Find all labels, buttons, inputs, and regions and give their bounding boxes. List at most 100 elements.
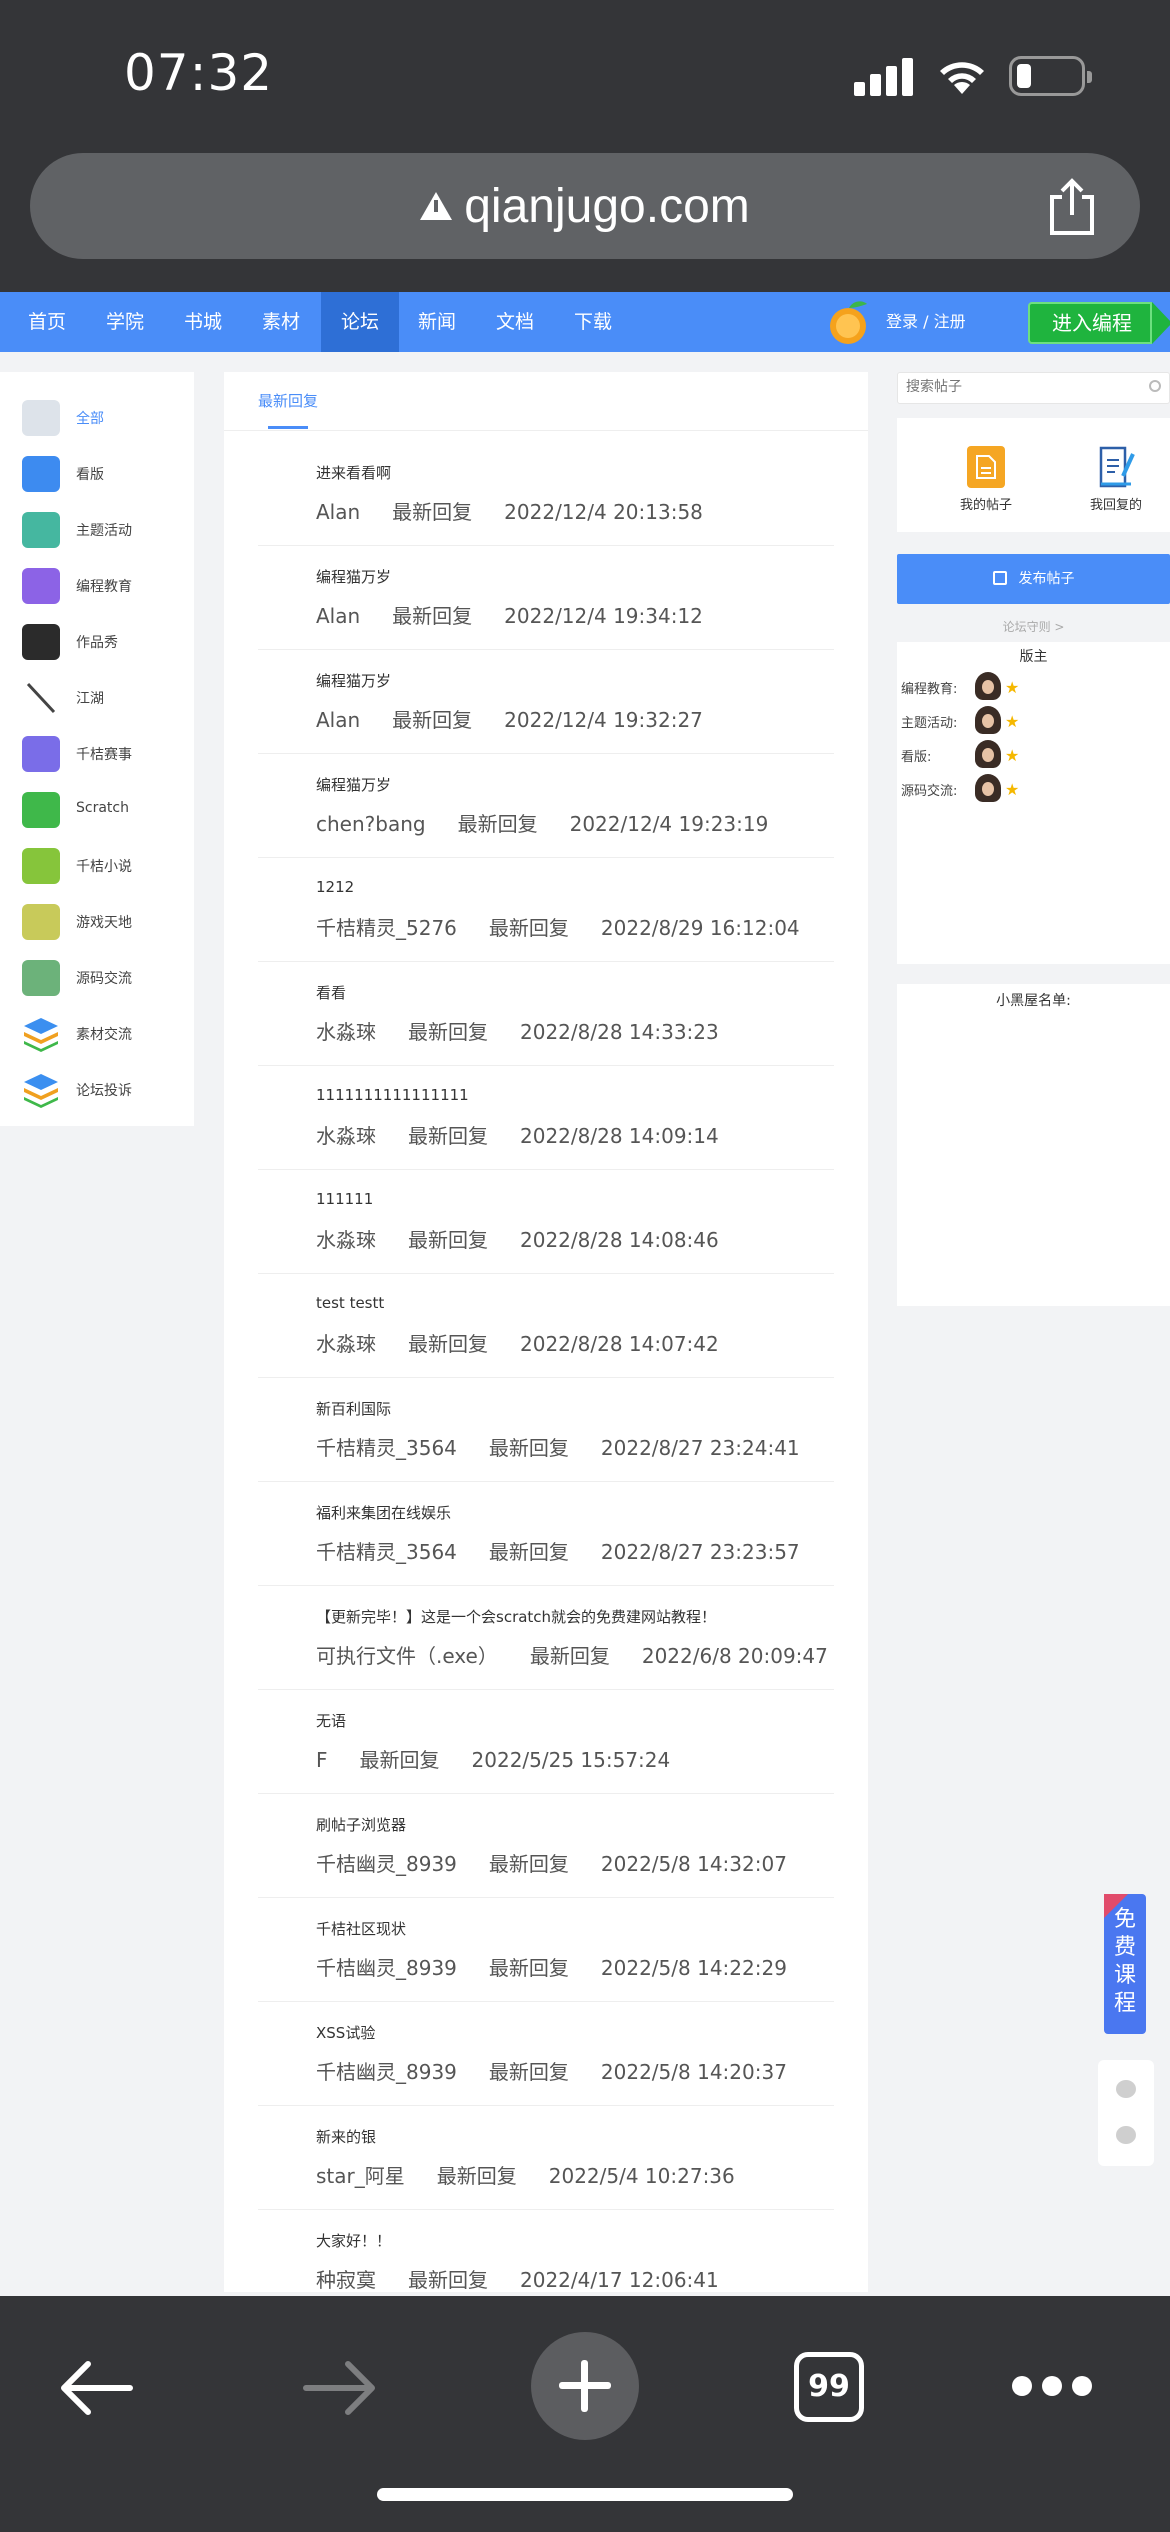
wechat-icon[interactable] — [1116, 2080, 1136, 2098]
post-author[interactable]: Alan — [316, 500, 360, 524]
publish-post-button[interactable]: 发布帖子 — [897, 554, 1170, 604]
post-title[interactable]: 进来看看啊 — [316, 462, 391, 483]
sidebar-item-events[interactable]: 主题活动 — [0, 502, 194, 558]
post-author[interactable]: 可执行文件（.exe） — [316, 1644, 498, 1668]
sidebar-item-scratch[interactable]: Scratch — [0, 782, 194, 838]
post-author[interactable]: chen?bang — [316, 812, 426, 836]
my-posts-link[interactable]: 我的帖子 — [931, 446, 1041, 513]
post-row[interactable]: 刷帖子浏览器 千桔幽灵_8939 最新回复 2022/5/8 14:32:07 — [258, 1794, 834, 1898]
post-title[interactable]: 看看 — [316, 982, 346, 1003]
post-row[interactable]: test testt 水淼琜 最新回复 2022/8/28 14:07:42 — [258, 1274, 834, 1378]
enter-coding-button[interactable]: 进入编程 — [1028, 302, 1170, 344]
post-title[interactable]: 1212 — [316, 878, 354, 896]
post-author[interactable]: 千桔幽灵_8939 — [316, 1852, 457, 1876]
post-row[interactable]: 【更新完毕！】这是一个会scratch就会的免费建网站教程！ 可执行文件（.exe… — [258, 1586, 834, 1690]
post-title[interactable]: 1111111111111111 — [316, 1086, 469, 1104]
tab-latest-replies[interactable]: 最新回复 — [258, 390, 318, 411]
my-replies-link[interactable]: 我回复的 — [1061, 446, 1170, 513]
post-author[interactable]: 水淼琜 — [316, 1020, 376, 1044]
forum-rules-link[interactable]: 论坛守则 > — [897, 618, 1170, 635]
post-author[interactable]: 水淼琜 — [316, 1228, 376, 1252]
forward-arrow-icon[interactable] — [300, 2358, 380, 2418]
qq-icon[interactable] — [1116, 2126, 1136, 2144]
share-icon[interactable] — [1044, 177, 1100, 237]
sidebar-item-jianghu[interactable]: 江湖 — [0, 670, 194, 726]
back-arrow-icon[interactable] — [56, 2358, 136, 2418]
sidebar-item-novels[interactable]: 千桔小说 — [0, 838, 194, 894]
post-author[interactable]: 水淼琜 — [316, 1332, 376, 1356]
nav-item-home[interactable]: 首页 — [16, 292, 78, 352]
avatar[interactable] — [975, 774, 1001, 802]
post-row[interactable]: 编程猫万岁 Alan 最新回复 2022/12/4 19:32:27 — [258, 650, 834, 754]
post-title[interactable]: 111111 — [316, 1190, 373, 1208]
post-row[interactable]: 新百利国际 千桔精灵_3564 最新回复 2022/8/27 23:24:41 — [258, 1378, 834, 1482]
search-icon[interactable] — [1149, 380, 1161, 392]
post-author[interactable]: Alan — [316, 604, 360, 628]
sidebar-item-all[interactable]: 全部 — [0, 390, 194, 446]
nav-item-bookstore[interactable]: 书城 — [172, 292, 234, 352]
post-author[interactable]: F — [316, 1748, 328, 1772]
nav-item-docs[interactable]: 文档 — [484, 292, 546, 352]
post-author[interactable]: star_阿星 — [316, 2164, 405, 2188]
search-input[interactable] — [906, 373, 1136, 401]
sidebar-item-material-exchange[interactable]: 素材交流 — [0, 1006, 194, 1062]
post-title[interactable]: XSS试验 — [316, 2022, 375, 2043]
post-title[interactable]: 千桔社区现状 — [316, 1918, 406, 1939]
avatar[interactable] — [975, 706, 1001, 734]
post-row[interactable]: 进来看看啊 Alan 最新回复 2022/12/4 20:13:58 — [258, 442, 834, 546]
login-register-link[interactable]: 登录 / 注册 — [886, 292, 966, 352]
sidebar-item-games[interactable]: 游戏天地 — [0, 894, 194, 950]
post-title[interactable]: 编程猫万岁 — [316, 670, 391, 691]
avatar[interactable] — [975, 740, 1001, 768]
post-row[interactable]: 1111111111111111 水淼琜 最新回复 2022/8/28 14:09:1… — [258, 1066, 834, 1170]
post-title[interactable]: 【更新完毕！】这是一个会scratch就会的免费建网站教程！ — [316, 1606, 716, 1627]
post-author[interactable]: 种寂寞 — [316, 2268, 376, 2292]
post-row[interactable]: 看看 水淼琜 最新回复 2022/8/28 14:33:23 — [258, 962, 834, 1066]
sidebar-item-complaints[interactable]: 论坛投诉 — [0, 1062, 194, 1118]
post-row[interactable]: 无语 F 最新回复 2022/5/25 15:57:24 — [258, 1690, 834, 1794]
nav-item-academy[interactable]: 学院 — [94, 292, 156, 352]
post-author[interactable]: 千桔精灵_5276 — [316, 916, 457, 940]
avatar[interactable] — [975, 672, 1001, 700]
nav-item-news[interactable]: 新闻 — [406, 292, 468, 352]
nav-item-materials[interactable]: 素材 — [250, 292, 312, 352]
post-author[interactable]: 千桔精灵_3564 — [316, 1540, 457, 1564]
post-row[interactable]: 编程猫万岁 Alan 最新回复 2022/12/4 19:34:12 — [258, 546, 834, 650]
more-menu-icon[interactable] — [1012, 2376, 1092, 2396]
post-row[interactable]: 1212 千桔精灵_5276 最新回复 2022/8/29 16:12:04 — [258, 858, 834, 962]
post-title[interactable]: 刷帖子浏览器 — [316, 1814, 406, 1835]
sidebar-item-contests[interactable]: 千桔赛事 — [0, 726, 194, 782]
post-row[interactable]: 福利来集团在线娱乐 千桔精灵_3564 最新回复 2022/8/27 23:23:57 — [258, 1482, 834, 1586]
nav-item-forum[interactable]: 论坛 — [321, 292, 399, 352]
post-title[interactable]: 新来的银 — [316, 2126, 376, 2147]
orange-logo-icon[interactable] — [827, 298, 871, 346]
post-title[interactable]: 编程猫万岁 — [316, 566, 391, 587]
sidebar-item-board[interactable]: 看版 — [0, 446, 194, 502]
post-title[interactable]: 无语 — [316, 1710, 346, 1731]
post-author[interactable]: 千桔幽灵_8939 — [316, 2060, 457, 2084]
tab-count-button[interactable]: 99 — [794, 2352, 864, 2422]
nav-item-download[interactable]: 下载 — [562, 292, 624, 352]
address-bar[interactable]: qianjugo.com — [30, 153, 1140, 259]
post-row[interactable]: XSS试验 千桔幽灵_8939 最新回复 2022/5/8 14:20:37 — [258, 2002, 834, 2106]
post-author[interactable]: 千桔精灵_3564 — [316, 1436, 457, 1460]
sidebar-item-source-code[interactable]: 源码交流 — [0, 950, 194, 1006]
post-title[interactable]: 福利来集团在线娱乐 — [316, 1502, 451, 1523]
post-title[interactable]: 大家好！！ — [316, 2230, 391, 2251]
sidebar-item-coding-edu[interactable]: 编程教育 — [0, 558, 194, 614]
post-title[interactable]: test testt — [316, 1294, 384, 1312]
sidebar-item-showcase[interactable]: 作品秀 — [0, 614, 194, 670]
post-author[interactable]: 水淼琜 — [316, 1124, 376, 1148]
post-author[interactable]: 千桔幽灵_8939 — [316, 1956, 457, 1980]
post-row[interactable]: 编程猫万岁 chen?bang 最新回复 2022/12/4 19:23:19 — [258, 754, 834, 858]
post-row[interactable]: 千桔社区现状 千桔幽灵_8939 最新回复 2022/5/8 14:22:29 — [258, 1898, 834, 2002]
post-author[interactable]: Alan — [316, 708, 360, 732]
post-row[interactable]: 111111 水淼琜 最新回复 2022/8/28 14:08:46 — [258, 1170, 834, 1274]
post-row[interactable]: 大家好！！ 种寂寞 最新回复 2022/4/17 12:06:41 — [258, 2210, 834, 2292]
free-course-banner[interactable]: 免费课程 — [1104, 1894, 1146, 2034]
post-row[interactable]: 新来的银 star_阿星 最新回复 2022/5/4 10:27:36 — [258, 2106, 834, 2210]
post-title[interactable]: 编程猫万岁 — [316, 774, 391, 795]
search-field[interactable] — [897, 372, 1170, 404]
new-tab-button[interactable] — [531, 2332, 639, 2440]
post-title[interactable]: 新百利国际 — [316, 1398, 391, 1419]
